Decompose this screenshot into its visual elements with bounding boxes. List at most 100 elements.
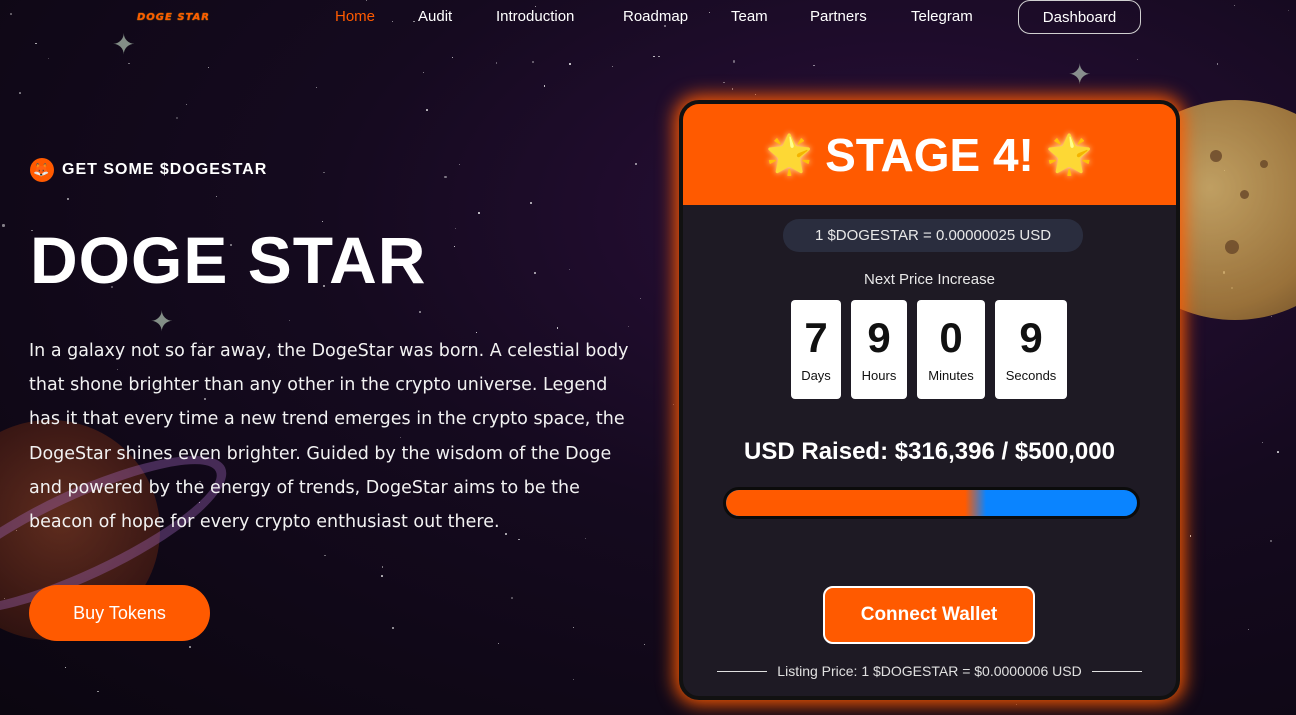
background-star <box>1216 63 1219 65</box>
background-star <box>478 212 480 214</box>
countdown-minutes-value: 0 <box>939 314 963 361</box>
countdown-timer: 7 Days 9 Hours 0 Minutes 9 Seconds <box>683 300 1176 400</box>
progress-fill <box>726 490 987 516</box>
nav-item-partners[interactable]: Partners <box>810 8 867 25</box>
background-star <box>64 666 66 668</box>
countdown-hours-value: 9 <box>867 314 891 361</box>
site-logo[interactable]: DOGE STAR <box>137 12 210 23</box>
countdown-days-value: 7 <box>804 314 828 361</box>
background-star <box>495 61 498 64</box>
background-star <box>419 311 422 314</box>
countdown-seconds-unit: Seconds <box>1005 368 1057 383</box>
hero-title: DOGE STAR <box>30 223 427 297</box>
background-star <box>176 116 179 119</box>
background-star <box>755 93 757 95</box>
background-star <box>653 55 655 58</box>
background-star <box>316 86 318 88</box>
countdown-hours-unit: Hours <box>861 368 897 383</box>
background-star <box>573 678 574 680</box>
sparkle-icon: ✦ <box>1068 58 1092 91</box>
dashboard-button[interactable]: Dashboard <box>1018 0 1141 34</box>
stage-header: 🌟 STAGE 4! 🌟 <box>683 104 1176 205</box>
listing-price: Listing Price: 1 $DOGESTAR = $0.0000006 … <box>683 663 1176 679</box>
background-star <box>458 163 460 165</box>
nav-item-roadmap[interactable]: Roadmap <box>623 8 688 25</box>
background-star <box>324 554 326 557</box>
background-star <box>18 92 21 95</box>
background-star <box>423 72 425 74</box>
background-star <box>48 58 50 59</box>
background-star <box>498 643 500 645</box>
nav-item-introduction[interactable]: Introduction <box>496 8 574 25</box>
presale-card: 🌟 STAGE 4! 🌟 1 $DOGESTAR = 0.00000025 US… <box>679 100 1180 700</box>
background-star <box>426 109 428 111</box>
connect-wallet-button[interactable]: Connect Wallet <box>823 586 1035 644</box>
nav-item-home[interactable]: Home <box>335 8 375 25</box>
background-star <box>723 81 725 84</box>
token-rate-badge: 1 $DOGESTAR = 0.00000025 USD <box>783 219 1083 252</box>
background-star <box>531 61 534 64</box>
divider-line <box>1091 670 1142 672</box>
background-star <box>381 565 384 568</box>
background-star <box>1136 58 1138 60</box>
tagline-text: GET SOME $DOGESTAR <box>62 161 268 178</box>
background-star <box>1262 442 1263 443</box>
top-navigation: DOGE STAR Home Audit Introduction Roadma… <box>0 0 1296 34</box>
countdown-hours: 9 Hours <box>851 300 907 399</box>
background-star <box>323 172 325 174</box>
countdown-seconds-value: 9 <box>1019 314 1043 361</box>
background-star <box>568 268 571 270</box>
background-star <box>813 64 815 67</box>
background-star <box>185 104 187 106</box>
countdown-minutes: 0 Minutes <box>917 300 985 399</box>
countdown-days: 7 Days <box>791 300 841 399</box>
background-star <box>288 319 290 321</box>
countdown-minutes-unit: Minutes <box>928 368 974 383</box>
background-star <box>444 176 447 179</box>
countdown-days-unit: Days <box>801 368 831 383</box>
background-star <box>611 65 613 67</box>
background-star <box>454 227 457 229</box>
background-star <box>634 163 637 166</box>
background-star <box>2 224 5 227</box>
next-price-label: Next Price Increase <box>864 271 995 288</box>
presale-progress-bar <box>723 487 1140 519</box>
background-star <box>215 195 217 197</box>
background-star <box>188 646 191 648</box>
background-star <box>731 87 734 90</box>
background-star <box>1269 539 1273 542</box>
listing-price-text: Listing Price: 1 $DOGESTAR = $0.0000006 … <box>777 663 1082 679</box>
background-star <box>733 60 736 63</box>
glowing-star-icon: 🌟 <box>765 133 814 176</box>
background-star <box>534 272 537 275</box>
background-star <box>476 331 477 333</box>
background-star <box>35 43 37 45</box>
background-star <box>572 626 575 629</box>
background-star <box>640 297 642 299</box>
background-star <box>208 67 210 68</box>
background-star <box>529 201 532 204</box>
background-star <box>1189 535 1192 537</box>
background-star <box>391 626 394 630</box>
background-star <box>673 404 675 406</box>
hero-tagline: 🦊 GET SOME $DOGESTAR <box>30 158 267 182</box>
background-star <box>128 62 130 65</box>
divider-line <box>717 670 768 672</box>
background-star <box>569 63 571 66</box>
nav-item-telegram[interactable]: Telegram <box>911 8 973 25</box>
background-star <box>556 326 559 329</box>
countdown-seconds: 9 Seconds <box>995 300 1067 399</box>
glowing-star-icon: 🌟 <box>1045 133 1094 176</box>
usd-raised-text: USD Raised: $316,396 / $500,000 <box>744 438 1115 465</box>
nav-item-team[interactable]: Team <box>731 8 768 25</box>
background-star <box>67 198 69 200</box>
nav-item-audit[interactable]: Audit <box>418 8 452 25</box>
background-star <box>97 690 99 693</box>
background-star <box>1015 703 1017 705</box>
background-star <box>451 56 453 58</box>
background-star <box>381 575 383 577</box>
buy-tokens-button[interactable]: Buy Tokens <box>29 585 210 641</box>
background-star <box>628 325 630 327</box>
background-star <box>658 55 660 57</box>
background-star <box>453 246 455 247</box>
